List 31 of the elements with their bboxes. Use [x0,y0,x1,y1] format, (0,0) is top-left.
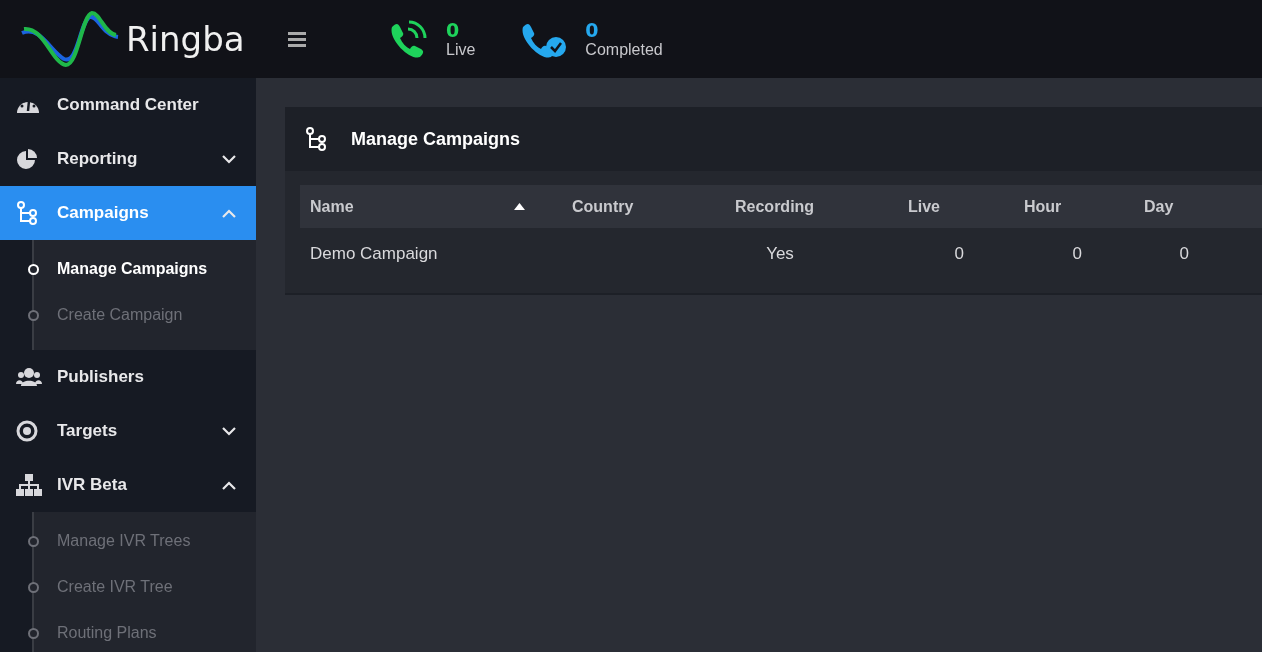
sidebar-item[interactable]: IVR Beta [0,458,256,512]
pie-chart-icon [16,148,38,170]
sidebar-item[interactable]: Targets [0,404,256,458]
column-header[interactable]: Live [860,197,976,216]
table-cell: 0 [1072,243,1082,264]
stat-label: Completed [585,40,663,59]
call-count: 0 [585,19,600,41]
column-header[interactable]: Country [545,197,700,216]
branch-icon [16,201,38,225]
table-cell: 0 [1179,243,1189,264]
sidebar-item[interactable]: Command Center [0,78,256,132]
target-icon [16,420,38,442]
column-header[interactable]: Name [300,197,545,216]
panel-title: Manage Campaigns [351,128,521,150]
column-header[interactable]: Hour [976,197,1094,216]
menu-icon[interactable] [288,31,306,47]
submenu-item[interactable]: Manage Campaigns [0,246,256,292]
sidebar-item[interactable]: Publishers [0,350,256,404]
column-header[interactable]: Recording [700,197,860,216]
sitemap-icon [16,474,42,496]
brand-name: Ringba [126,19,245,59]
stat-label: Live [446,40,476,59]
column-header[interactable]: Day [1094,197,1209,216]
table-cell: 0 [954,243,964,264]
sidebar-item[interactable]: Reporting [0,132,256,186]
wave-logo-icon [20,11,120,67]
table-cell: Yes [766,243,794,264]
call-count: 0 [446,19,461,41]
branch-icon [305,127,327,151]
users-icon [16,367,42,387]
table-cell: Demo Campaign [310,243,438,264]
